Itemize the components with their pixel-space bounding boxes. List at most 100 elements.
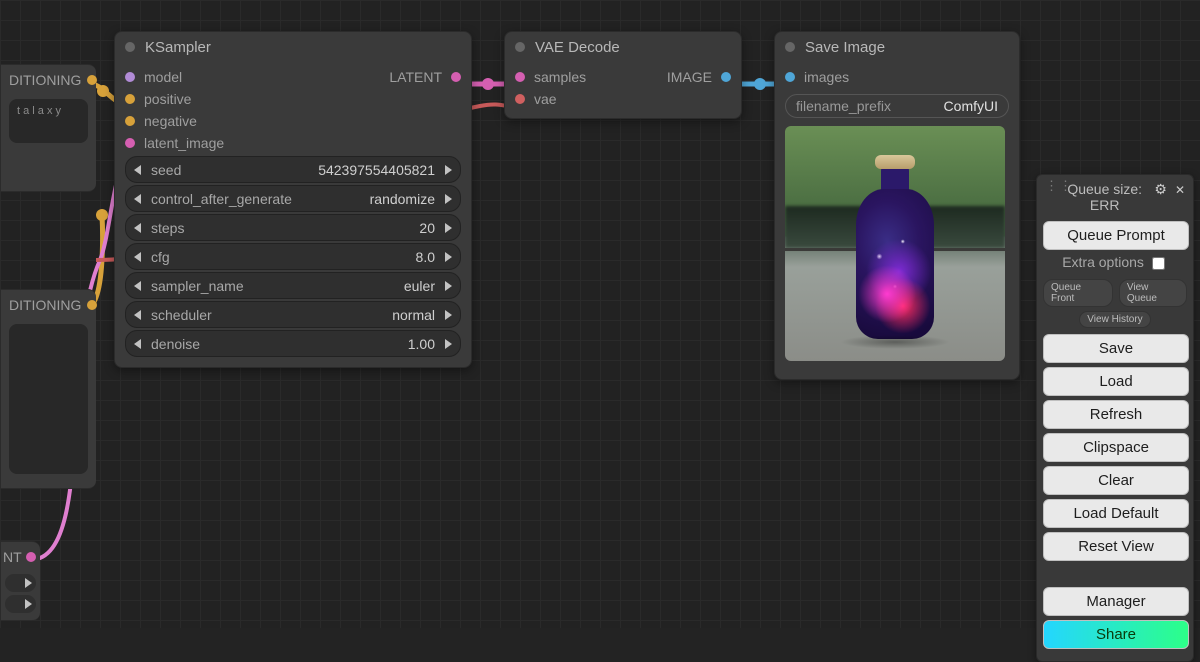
output-label: DITIONING	[9, 72, 81, 88]
chevron-right-icon[interactable]	[445, 281, 452, 291]
param-value[interactable]: 542397554405821	[187, 162, 435, 178]
view-history-button[interactable]: View History	[1079, 311, 1150, 328]
chevron-right-icon[interactable]	[445, 194, 452, 204]
input-label: positive	[144, 91, 191, 107]
input-port-positive[interactable]	[125, 94, 135, 104]
node-title: KSampler	[145, 39, 211, 56]
control-panel[interactable]: ⋮⋮ Queue size: ERR Queue Prompt Extra op…	[1036, 174, 1194, 662]
param-label: cfg	[151, 249, 170, 265]
reset-view-button[interactable]: Reset View	[1043, 532, 1189, 561]
param-value[interactable]: euler	[250, 278, 435, 294]
node-collapse-dot[interactable]	[515, 42, 525, 52]
input-label: model	[144, 69, 182, 85]
input-port-negative[interactable]	[125, 116, 135, 126]
close-icon[interactable]	[1175, 181, 1185, 198]
param-label: seed	[151, 162, 181, 178]
queue-prompt-button[interactable]: Queue Prompt	[1043, 221, 1189, 250]
chevron-left-icon[interactable]	[134, 223, 141, 233]
clipspace-button[interactable]: Clipspace	[1043, 433, 1189, 462]
node-vae-decode[interactable]: VAE Decode samples IMAGE vae	[504, 31, 742, 119]
node-header[interactable]: KSampler	[115, 32, 471, 62]
output-port-latent[interactable]	[26, 552, 36, 562]
param-label: filename_prefix	[796, 98, 944, 114]
param-value[interactable]: normal	[218, 307, 435, 323]
param-label: denoise	[151, 336, 200, 352]
output-port-conditioning[interactable]	[87, 75, 97, 85]
input-port-samples[interactable]	[515, 72, 525, 82]
text-input-preview	[9, 324, 88, 474]
input-port-latent-image[interactable]	[125, 138, 135, 148]
node-collapse-dot[interactable]	[125, 42, 135, 52]
chevron-right-icon[interactable]	[445, 252, 452, 262]
param-sampler-name[interactable]: sampler_name euler	[125, 272, 461, 299]
input-port-vae[interactable]	[515, 94, 525, 104]
chevron-right-icon[interactable]	[445, 339, 452, 349]
param-denoise[interactable]: denoise 1.00	[125, 330, 461, 357]
input-label: images	[804, 69, 849, 85]
save-button[interactable]: Save	[1043, 334, 1189, 363]
input-label: vae	[534, 91, 557, 107]
node-title: VAE Decode	[535, 39, 620, 56]
param-control-after-generate[interactable]: control_after_generate randomize	[125, 185, 461, 212]
param-value[interactable]: 20	[190, 220, 435, 236]
output-label: LATENT	[389, 69, 442, 85]
param-label: scheduler	[151, 307, 212, 323]
manager-button[interactable]: Manager	[1043, 587, 1189, 616]
param-label: steps	[151, 220, 184, 236]
load-button[interactable]: Load	[1043, 367, 1189, 396]
node-title: Save Image	[805, 39, 885, 56]
param-scheduler[interactable]: scheduler normal	[125, 301, 461, 328]
param-filename-prefix[interactable]: filename_prefix ComfyUI	[785, 94, 1009, 118]
node-latent-partial[interactable]: NT	[0, 541, 40, 621]
drag-handle-icon[interactable]: ⋮⋮	[1045, 181, 1055, 191]
chevron-left-icon[interactable]	[134, 194, 141, 204]
preview-image[interactable]	[785, 126, 1005, 361]
node-conditioning-partial-1[interactable]: DITIONING t a l a x y	[0, 64, 96, 192]
share-button[interactable]: Share	[1043, 620, 1189, 649]
chevron-left-icon[interactable]	[134, 310, 141, 320]
node-header[interactable]: Save Image	[775, 32, 1019, 62]
output-port-image[interactable]	[721, 72, 731, 82]
chevron-right-icon[interactable]	[25, 578, 32, 588]
input-port-model[interactable]	[125, 72, 135, 82]
extra-options-label: Extra options	[1062, 254, 1144, 270]
queue-size-value: ERR	[1090, 197, 1120, 213]
refresh-button[interactable]: Refresh	[1043, 400, 1189, 429]
node-header[interactable]: VAE Decode	[505, 32, 741, 62]
view-queue-button[interactable]: View Queue	[1119, 279, 1187, 307]
param-value[interactable]: ComfyUI	[944, 98, 998, 114]
output-label: NT	[3, 549, 22, 565]
output-port-conditioning[interactable]	[87, 300, 97, 310]
param-value[interactable]: randomize	[298, 191, 435, 207]
extra-options-checkbox[interactable]	[1152, 257, 1165, 270]
chevron-left-icon[interactable]	[134, 252, 141, 262]
chevron-right-icon[interactable]	[25, 599, 32, 609]
chevron-right-icon[interactable]	[445, 310, 452, 320]
node-collapse-dot[interactable]	[785, 42, 795, 52]
input-port-images[interactable]	[785, 72, 795, 82]
input-label: latent_image	[144, 135, 224, 151]
text-input-preview: t a l a x y	[9, 99, 88, 143]
param-cfg[interactable]: cfg 8.0	[125, 243, 461, 270]
chevron-right-icon[interactable]	[445, 165, 452, 175]
output-port-latent[interactable]	[451, 72, 461, 82]
chevron-left-icon[interactable]	[134, 165, 141, 175]
output-label: IMAGE	[667, 69, 712, 85]
chevron-left-icon[interactable]	[134, 281, 141, 291]
param-seed[interactable]: seed 542397554405821	[125, 156, 461, 183]
gear-icon[interactable]	[1154, 181, 1167, 198]
queue-front-button[interactable]: Queue Front	[1043, 279, 1113, 307]
chevron-right-icon[interactable]	[445, 223, 452, 233]
node-conditioning-partial-2[interactable]: DITIONING	[0, 289, 96, 489]
node-save-image[interactable]: Save Image images filename_prefix ComfyU…	[774, 31, 1020, 380]
load-default-button[interactable]: Load Default	[1043, 499, 1189, 528]
queue-size-label: Queue size:	[1067, 181, 1142, 197]
chevron-left-icon[interactable]	[134, 339, 141, 349]
param-value[interactable]: 1.00	[206, 336, 435, 352]
param-value[interactable]: 8.0	[176, 249, 435, 265]
param-label: sampler_name	[151, 278, 244, 294]
node-ksampler[interactable]: KSampler model LATENT positive negative …	[114, 31, 472, 368]
node-graph-canvas[interactable]: DITIONING t a l a x y DITIONING NT	[0, 0, 1200, 628]
clear-button[interactable]: Clear	[1043, 466, 1189, 495]
param-steps[interactable]: steps 20	[125, 214, 461, 241]
